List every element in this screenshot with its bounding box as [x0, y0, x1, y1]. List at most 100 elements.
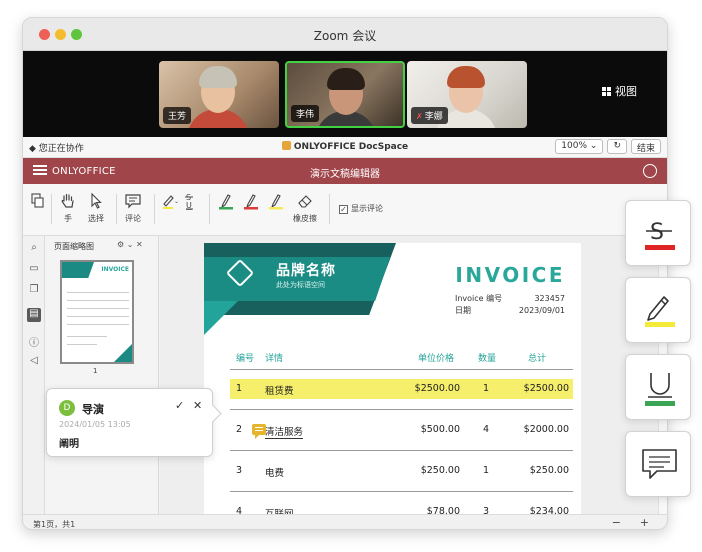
video-strip: 王芳 李伟 ✗ 李娜 视图 [23, 51, 667, 137]
pen-icon [244, 194, 258, 210]
view-button[interactable]: 视图 [602, 83, 637, 99]
copy-icon [31, 193, 44, 208]
strikethrough-icon: SU [185, 193, 193, 210]
info-icon[interactable]: ⓘ [27, 334, 41, 349]
end-button[interactable]: 结束 [630, 139, 661, 154]
column-header: 编号 [236, 354, 255, 364]
thumbnail-band [62, 262, 94, 278]
thumbnails-panel-icon[interactable]: ▤ [27, 308, 41, 322]
cell-no: 3 [236, 465, 243, 476]
row-divider [230, 369, 573, 370]
cell-qty: 4 [483, 424, 490, 435]
cell-total: $250.00 [529, 465, 569, 476]
thumbnails-controls: ⚙ ⌄ ✕ [117, 240, 143, 249]
highlighter-icon [645, 296, 675, 327]
toolbar-divider [209, 194, 210, 224]
underline-tool-card[interactable] [625, 354, 691, 420]
participant-tile-active-speaker[interactable]: 李伟 [285, 61, 405, 128]
cell-item: 电费 [265, 468, 285, 479]
table-row[interactable]: 4 互联网 $78.00 3 $234.00 [230, 502, 573, 514]
close-icon[interactable]: ✕ [136, 240, 143, 249]
editor-title: 演示文稿编辑器 [310, 169, 380, 180]
comments-panel-icon[interactable]: ▭ [27, 263, 41, 277]
comment-marker-line [255, 427, 263, 428]
refresh-button[interactable]: ↻ [607, 139, 627, 154]
show-comments-checkbox[interactable]: ✓ 显示评论 [339, 203, 383, 214]
close-comment-button[interactable]: ✕ [193, 399, 202, 412]
resolve-comment-button[interactable]: ✓ [175, 399, 184, 412]
toolbar-divider [116, 194, 117, 224]
comment-author: 导演 [82, 403, 104, 416]
strike-underline-button[interactable]: SU [183, 192, 201, 213]
table-row[interactable]: 1 租赁费 $2500.00 1 $2500.00 [230, 379, 573, 399]
toolbar: 手 选择 评论 ⌄ SU 橡皮擦 ✓显 [23, 184, 667, 236]
svg-text:S: S [650, 220, 664, 245]
docspace-logo-icon [281, 141, 291, 150]
zoom-in-button[interactable]: + [640, 516, 649, 529]
copy-button[interactable] [29, 192, 47, 213]
refresh-icon: ↻ [613, 141, 621, 151]
highlighter-tool-card[interactable] [625, 277, 691, 343]
column-header: 单位价格 [418, 354, 455, 364]
pen-yellow-button[interactable] [267, 192, 285, 213]
comment-icon [125, 194, 141, 209]
header-band-accent [204, 301, 238, 335]
cell-price: $250.00 [420, 465, 460, 476]
select-tool-button[interactable]: 选择 [87, 192, 105, 224]
strikethrough-tool-card[interactable]: S [625, 200, 691, 266]
table-row[interactable]: 3 电费 $250.00 1 $250.00 [230, 461, 573, 481]
highlight-color-button[interactable]: ⌄ [160, 192, 178, 213]
highlighter-icon: ⌄ [163, 195, 178, 209]
table-row[interactable]: 2 清洁服务 $500.00 4 $2000.00 [230, 420, 573, 440]
user-icon[interactable] [643, 164, 657, 178]
comment-marker-line [255, 430, 263, 431]
search-icon[interactable]: ⌕ [27, 242, 41, 256]
comment-marker-icon[interactable] [252, 424, 266, 439]
thumbnail-invoice-text: INVOICE [101, 266, 129, 273]
pen-green-button[interactable] [217, 192, 235, 213]
participant-tile[interactable]: ✗ 李娜 [407, 61, 527, 128]
toolbar-divider [329, 194, 330, 224]
zoom-out-button[interactable]: − [612, 516, 621, 529]
toolbar-divider [51, 194, 52, 224]
speaker-icon[interactable]: ◁ [27, 355, 41, 369]
comment-tool-card[interactable] [625, 431, 691, 497]
mic-off-icon: ✗ [416, 112, 423, 121]
pen-red-button[interactable] [242, 192, 260, 213]
checkbox-checked-icon: ✓ [339, 205, 348, 214]
comment-popup: D 导演 ✓ ✕ 2024/01/05 13:05 阐明 [46, 388, 213, 457]
gear-icon[interactable]: ⚙ [117, 240, 124, 249]
cell-price: $2500.00 [414, 383, 460, 394]
cell-total: $2000.00 [523, 424, 569, 435]
thumbnail-line [67, 308, 129, 309]
invoice-page: 品牌名称 此处为标语空间 INVOICE Invoice 编号 323457 日期… [204, 243, 581, 514]
cell-item: 租赁费 [265, 386, 294, 397]
comment-tool-button[interactable]: 评论 [124, 192, 142, 224]
column-header: 详情 [265, 354, 284, 364]
hand-tool-button[interactable]: 手 [59, 192, 77, 224]
zoom-select[interactable]: 100% ⌄ [555, 139, 604, 154]
thumbnail-line [67, 324, 129, 325]
column-header: 总计 [528, 354, 547, 364]
cell-qty: 1 [483, 383, 490, 394]
cursor-arrow-icon [91, 192, 102, 209]
thumbnail-line [67, 316, 129, 317]
chat-icon[interactable]: ❐ [27, 284, 41, 298]
document-canvas: 品牌名称 此处为标语空间 INVOICE Invoice 编号 323457 日期… [160, 236, 660, 514]
participant-tile[interactable]: 王芳 [159, 61, 279, 128]
invoice-date: 2023/09/01 [518, 306, 565, 315]
brand-name: 品牌名称 [276, 263, 336, 279]
window-title: Zoom 会议 [313, 29, 377, 43]
eraser-button[interactable]: 橡皮擦 [293, 192, 317, 224]
cell-price: $78.00 [426, 506, 460, 514]
invoice-number-label: Invoice 编号 [455, 294, 503, 303]
chevron-down-icon[interactable]: ⌄ [127, 240, 134, 249]
eraser-icon [298, 195, 312, 208]
participant-hair [199, 66, 237, 88]
row-divider [230, 450, 573, 451]
strikethrough-icon: S [645, 220, 675, 250]
date-label: 日期 [455, 306, 471, 315]
page-thumbnail[interactable]: INVOICE [60, 260, 134, 364]
underline-icon [645, 373, 675, 406]
check-icon: ✓ [175, 399, 185, 412]
